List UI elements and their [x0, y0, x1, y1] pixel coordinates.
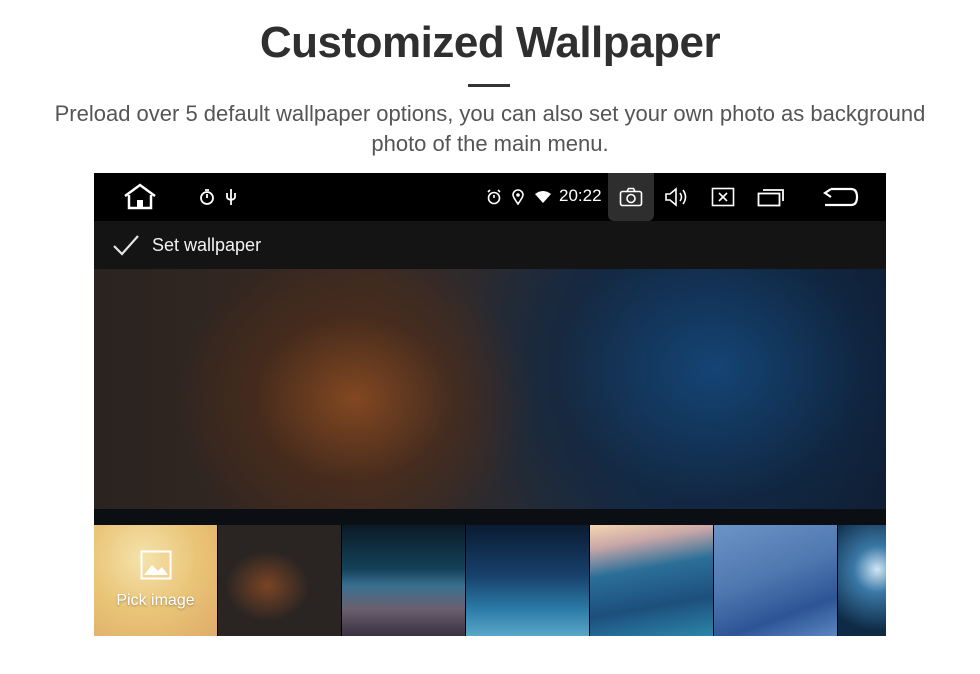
action-bar: Set wallpaper [94, 221, 886, 269]
wallpaper-thumbnail[interactable] [838, 525, 886, 636]
wallpaper-preview [94, 269, 886, 525]
clock-time: 20:22 [559, 186, 602, 205]
pick-image-tile[interactable]: Pick image [94, 525, 217, 636]
wallpaper-thumbnail[interactable] [466, 525, 589, 636]
check-icon[interactable] [112, 234, 140, 256]
device-screen: 20:22 Set wallpaper Pick image [94, 173, 886, 636]
back-icon[interactable] [820, 173, 860, 221]
status-bar: 20:22 [94, 173, 886, 221]
location-icon [510, 173, 526, 221]
page-headline: Customized Wallpaper [259, 18, 721, 67]
wifi-icon [533, 173, 553, 221]
recent-apps-icon[interactable] [756, 173, 786, 221]
pick-image-label: Pick image [116, 592, 195, 609]
image-icon [140, 550, 172, 585]
page-subtitle: Preload over 5 default wallpaper options… [54, 101, 926, 156]
volume-icon[interactable] [664, 173, 690, 221]
camera-icon[interactable] [618, 173, 644, 221]
close-app-icon[interactable] [710, 173, 736, 221]
wallpaper-thumbnail[interactable] [218, 525, 341, 636]
headline-divider [468, 84, 510, 87]
wallpaper-thumbnail[interactable] [342, 525, 465, 636]
alarm-icon [485, 173, 503, 221]
home-icon[interactable] [120, 173, 160, 221]
set-wallpaper-label[interactable]: Set wallpaper [152, 235, 261, 256]
wallpaper-thumbnail[interactable] [714, 525, 837, 636]
usb-icon [222, 173, 240, 221]
wallpaper-thumbnail-strip: Pick image [94, 525, 886, 636]
timer-icon [198, 173, 216, 221]
wallpaper-thumbnail[interactable] [590, 525, 713, 636]
preview-bottom-band [94, 509, 886, 525]
